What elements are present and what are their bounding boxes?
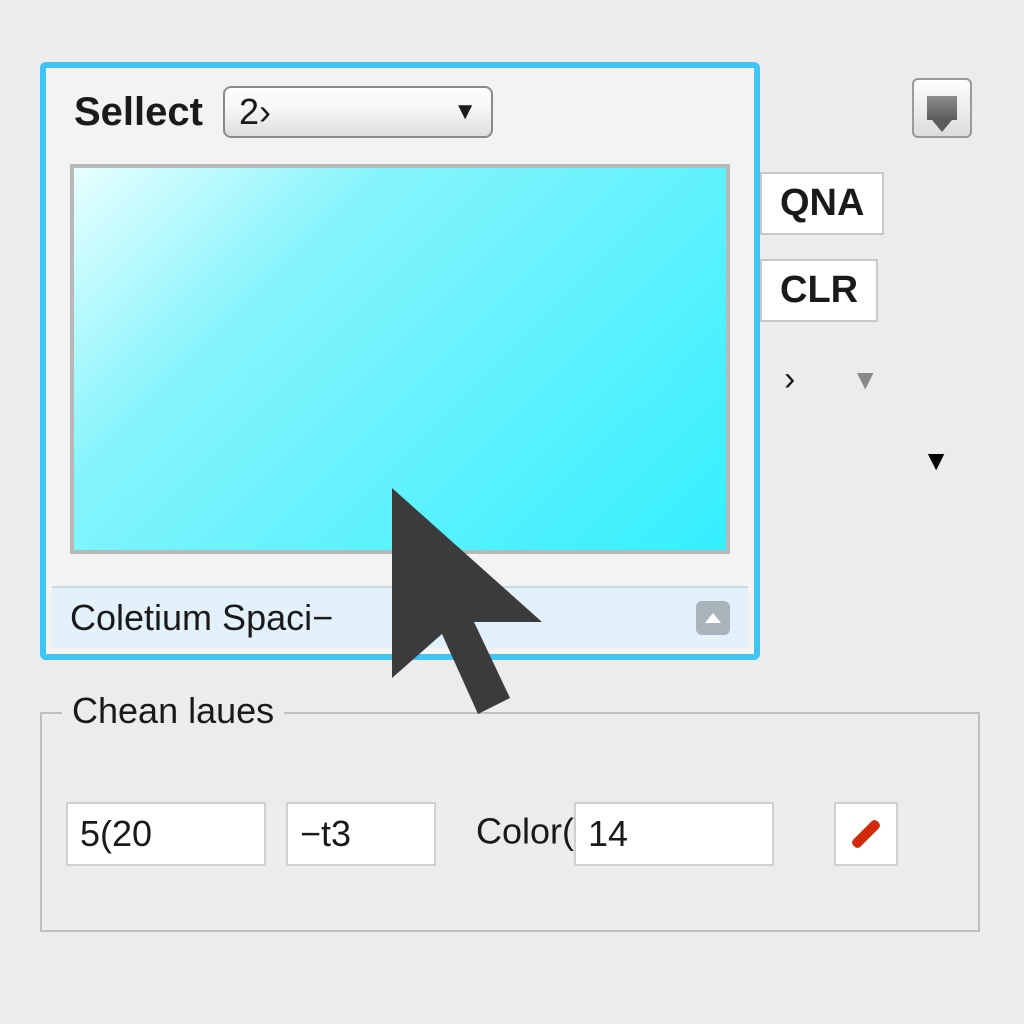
qna-button[interactable]: QNA xyxy=(760,172,884,235)
stub-char: › xyxy=(784,360,795,399)
clr-button[interactable]: CLR xyxy=(760,259,878,322)
color-preview[interactable] xyxy=(70,164,730,554)
chevron-down-icon: ▼ xyxy=(453,98,477,126)
group-title: Chean laues xyxy=(62,690,284,732)
status-bar: Coletium Spaci− xyxy=(52,586,748,648)
color-label: Color(14 xyxy=(476,802,774,866)
edit-color-button[interactable] xyxy=(834,802,898,866)
save-icon xyxy=(927,96,957,120)
save-button[interactable] xyxy=(912,78,972,138)
side-toolbar: QNA CLR › ▼ ▼ xyxy=(760,60,1000,501)
status-text: Coletium Spaci− xyxy=(70,597,333,639)
chevron-down-icon[interactable]: ▼ xyxy=(922,445,950,477)
group-row: 5(20 −t3 Color(14 xyxy=(66,802,954,866)
color-value-field[interactable]: 14 xyxy=(574,802,774,866)
chean-laues-group: Chean laues 5(20 −t3 Color(14 xyxy=(40,712,980,932)
preview-panel-header: Sellect 2› ▼ xyxy=(46,68,754,146)
pencil-icon xyxy=(850,818,881,849)
chevron-down-icon[interactable]: ▼ xyxy=(851,364,879,396)
select-combobox[interactable]: 2› ▼ xyxy=(223,86,493,138)
select-label: Sellect xyxy=(74,90,203,135)
collapse-button[interactable] xyxy=(696,601,730,635)
preview-panel: Sellect 2› ▼ Coletium Spaci− xyxy=(40,62,760,660)
field-1[interactable]: 5(20 xyxy=(66,802,266,866)
select-value: 2› xyxy=(239,91,271,133)
field-2[interactable]: −t3 xyxy=(286,802,436,866)
chevron-up-icon xyxy=(705,613,721,623)
